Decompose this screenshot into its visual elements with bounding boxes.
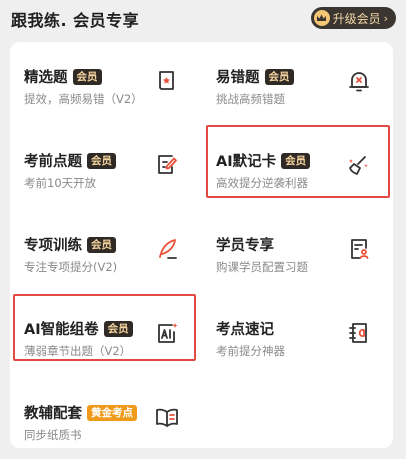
notebook-icon [346, 320, 372, 346]
member-features-card: 精选题 会员 提效，高频易错（V2） 易错题 会员 挑战高频错题 考前点题 会员… [10, 42, 393, 448]
feature-title: 精选题 [24, 70, 68, 86]
feature-subtitle: 专注专项提分(V2) [24, 260, 118, 274]
feature-title: 考点速记 [216, 322, 274, 338]
feature-error-questions[interactable]: 易错题 会员 挑战高频错题 [202, 46, 388, 126]
member-badge: 会员 [72, 68, 102, 85]
feature-title: 教辅配套 [24, 406, 82, 422]
member-badge: 会员 [87, 236, 116, 253]
feature-subtitle: 购课学员配置习题 [216, 260, 308, 274]
bell-x-icon [346, 68, 372, 94]
header: 跟我练. 会员专享 升级会员 › [0, 0, 406, 38]
feature-topic-training[interactable]: 专项训练 会员 专注专项提分(V2) [10, 214, 196, 294]
feature-subtitle: 挑战高频错题 [216, 92, 285, 106]
upgrade-label: 升级会员 [332, 11, 381, 26]
feature-title: 易错题 [216, 70, 260, 86]
gold-points-badge: 黄金考点 [87, 404, 137, 421]
highlight-box-ai-smart-paper [13, 294, 196, 361]
feature-pre-exam-questions[interactable]: 考前点题 会员 考前10天开放 [10, 130, 196, 210]
scroll-star-icon [154, 68, 180, 94]
feature-title: 学员专享 [216, 238, 274, 254]
member-badge: 会员 [87, 152, 116, 169]
feature-textbook-companion[interactable]: 教辅配套 黄金考点 同步纸质书 [10, 382, 196, 459]
crown-icon [313, 10, 330, 26]
feature-subtitle: 提效，高频易错（V2） [24, 92, 143, 106]
open-book-icon [154, 404, 180, 430]
member-badge: 会员 [264, 68, 294, 85]
chevron-right-icon: › [383, 11, 388, 25]
highlight-box-ai-memory-card [206, 125, 390, 198]
feature-subtitle: 考前10天开放 [24, 176, 97, 190]
feature-title: 考前点题 [24, 154, 82, 170]
feature-subtitle: 同步纸质书 [24, 428, 82, 442]
upgrade-member-button[interactable]: 升级会员 › [310, 7, 396, 29]
feature-member-exclusive[interactable]: 学员专享 购课学员配置习题 [202, 214, 388, 294]
edit-document-icon [154, 152, 180, 178]
feature-title: 专项训练 [24, 238, 82, 254]
quill-pen-icon [154, 236, 180, 262]
page-title: 跟我练. 会员专享 [11, 11, 140, 30]
feature-subtitle: 考前提分神器 [216, 344, 285, 358]
feature-selected-questions[interactable]: 精选题 会员 提效，高频易错（V2） [10, 46, 196, 126]
feature-key-points-notes[interactable]: 考点速记 考前提分神器 [202, 298, 388, 378]
member-id-card-icon [346, 236, 372, 262]
